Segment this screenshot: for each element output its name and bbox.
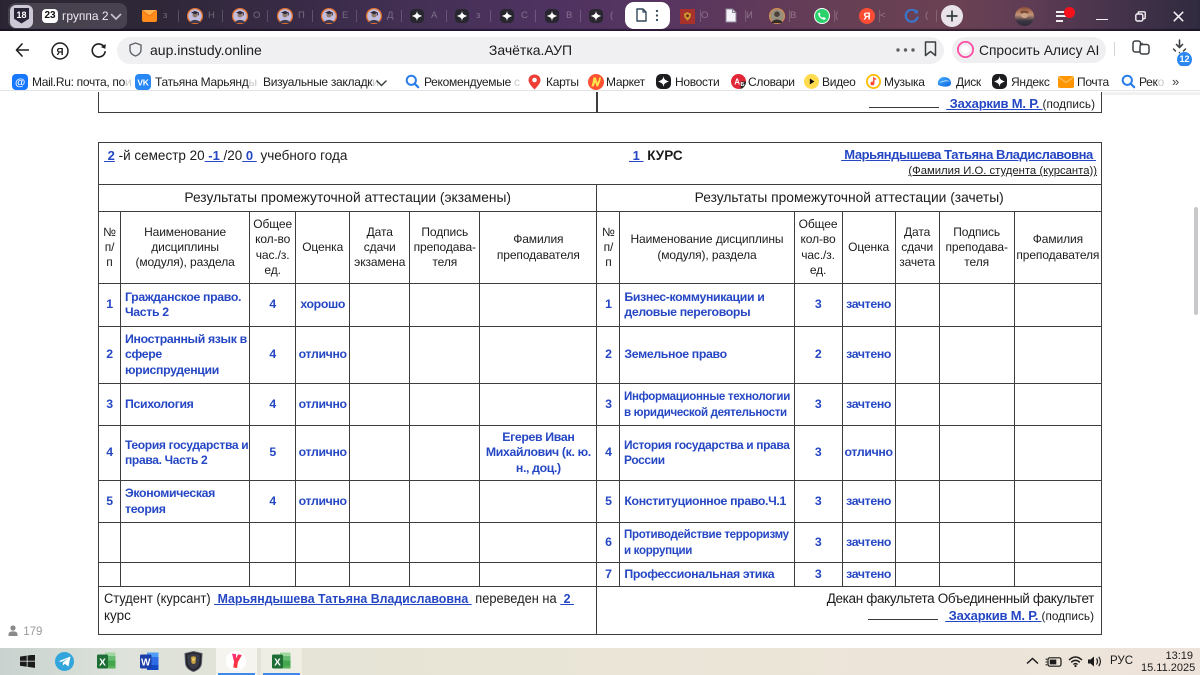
svg-text:Я: Я xyxy=(863,12,870,23)
svg-text:VK: VK xyxy=(137,77,149,87)
svg-text:А: А xyxy=(734,78,740,87)
svg-text:Я: Я xyxy=(56,47,63,58)
svg-text:Б: Б xyxy=(740,82,744,88)
svg-text:X: X xyxy=(274,658,281,669)
svg-text:W: W xyxy=(141,658,151,669)
svg-text:@: @ xyxy=(15,77,25,89)
svg-text:X: X xyxy=(99,658,106,669)
